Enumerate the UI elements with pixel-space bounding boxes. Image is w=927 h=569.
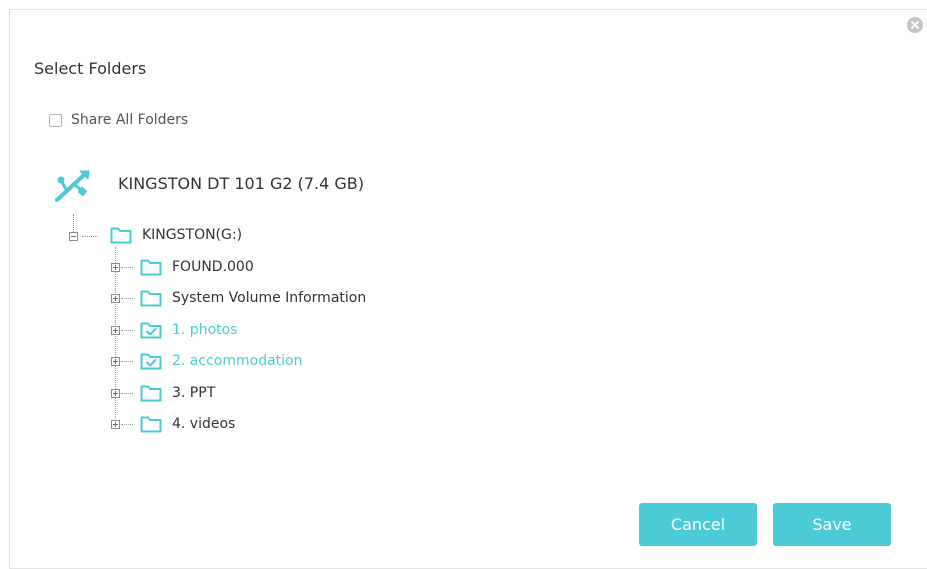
tree-root-label: KINGSTON(G:)	[142, 227, 243, 243]
tree-root-folder[interactable]: KINGSTON(G:)	[110, 225, 242, 245]
folder-label: 2. accommodation	[172, 353, 303, 369]
close-icon[interactable]	[907, 17, 923, 33]
share-all-label: Share All Folders	[71, 112, 189, 128]
expand-toggle[interactable]	[111, 326, 120, 335]
expand-toggle[interactable]	[111, 389, 120, 398]
tree-connector	[115, 247, 116, 429]
tree-folder-item[interactable]: 3. PPT	[140, 383, 215, 403]
save-button[interactable]: Save	[773, 503, 891, 546]
tree-connector	[73, 214, 74, 232]
device-name: KINGSTON DT 101 G2 (7.4 GB)	[118, 174, 365, 193]
tree-connector	[121, 267, 133, 268]
folder-icon	[140, 385, 162, 402]
folder-icon	[140, 290, 162, 307]
expand-toggle[interactable]	[111, 263, 120, 272]
share-all-folders-option[interactable]: Share All Folders	[49, 110, 188, 130]
tree-connector	[121, 393, 133, 394]
folder-label: FOUND.000	[172, 259, 254, 275]
share-all-checkbox[interactable]	[49, 113, 62, 127]
expand-toggle[interactable]	[111, 420, 120, 429]
tree-folder-item[interactable]: FOUND.000	[140, 257, 254, 277]
folder-label: 3. PPT	[172, 385, 216, 401]
tree-connector	[82, 236, 98, 237]
collapse-toggle[interactable]	[69, 232, 78, 241]
tree-folder-item[interactable]: 4. videos	[140, 414, 235, 434]
tree-connector	[121, 298, 133, 299]
folder-check-icon	[140, 322, 162, 339]
cancel-button[interactable]: Cancel	[639, 503, 757, 546]
folder-label: 1. photos	[172, 322, 238, 338]
folder-icon	[140, 259, 162, 276]
dialog-title: Select Folders	[34, 59, 147, 78]
folder-icon	[140, 416, 162, 433]
folder-icon	[110, 227, 132, 244]
folder-check-icon	[140, 353, 162, 370]
tree-connector	[121, 424, 133, 425]
tree-folder-item-selected[interactable]: 2. accommodation	[140, 351, 302, 371]
expand-toggle[interactable]	[111, 294, 120, 303]
folder-label: System Volume Information	[172, 290, 367, 306]
folder-label: 4. videos	[172, 416, 236, 432]
tree-folder-item[interactable]: System Volume Information	[140, 288, 366, 308]
tree-connector	[121, 330, 133, 331]
tree-connector	[121, 361, 133, 362]
tree-folder-item-selected[interactable]: 1. photos	[140, 320, 237, 340]
expand-toggle[interactable]	[111, 357, 120, 366]
usb-icon	[55, 170, 90, 202]
